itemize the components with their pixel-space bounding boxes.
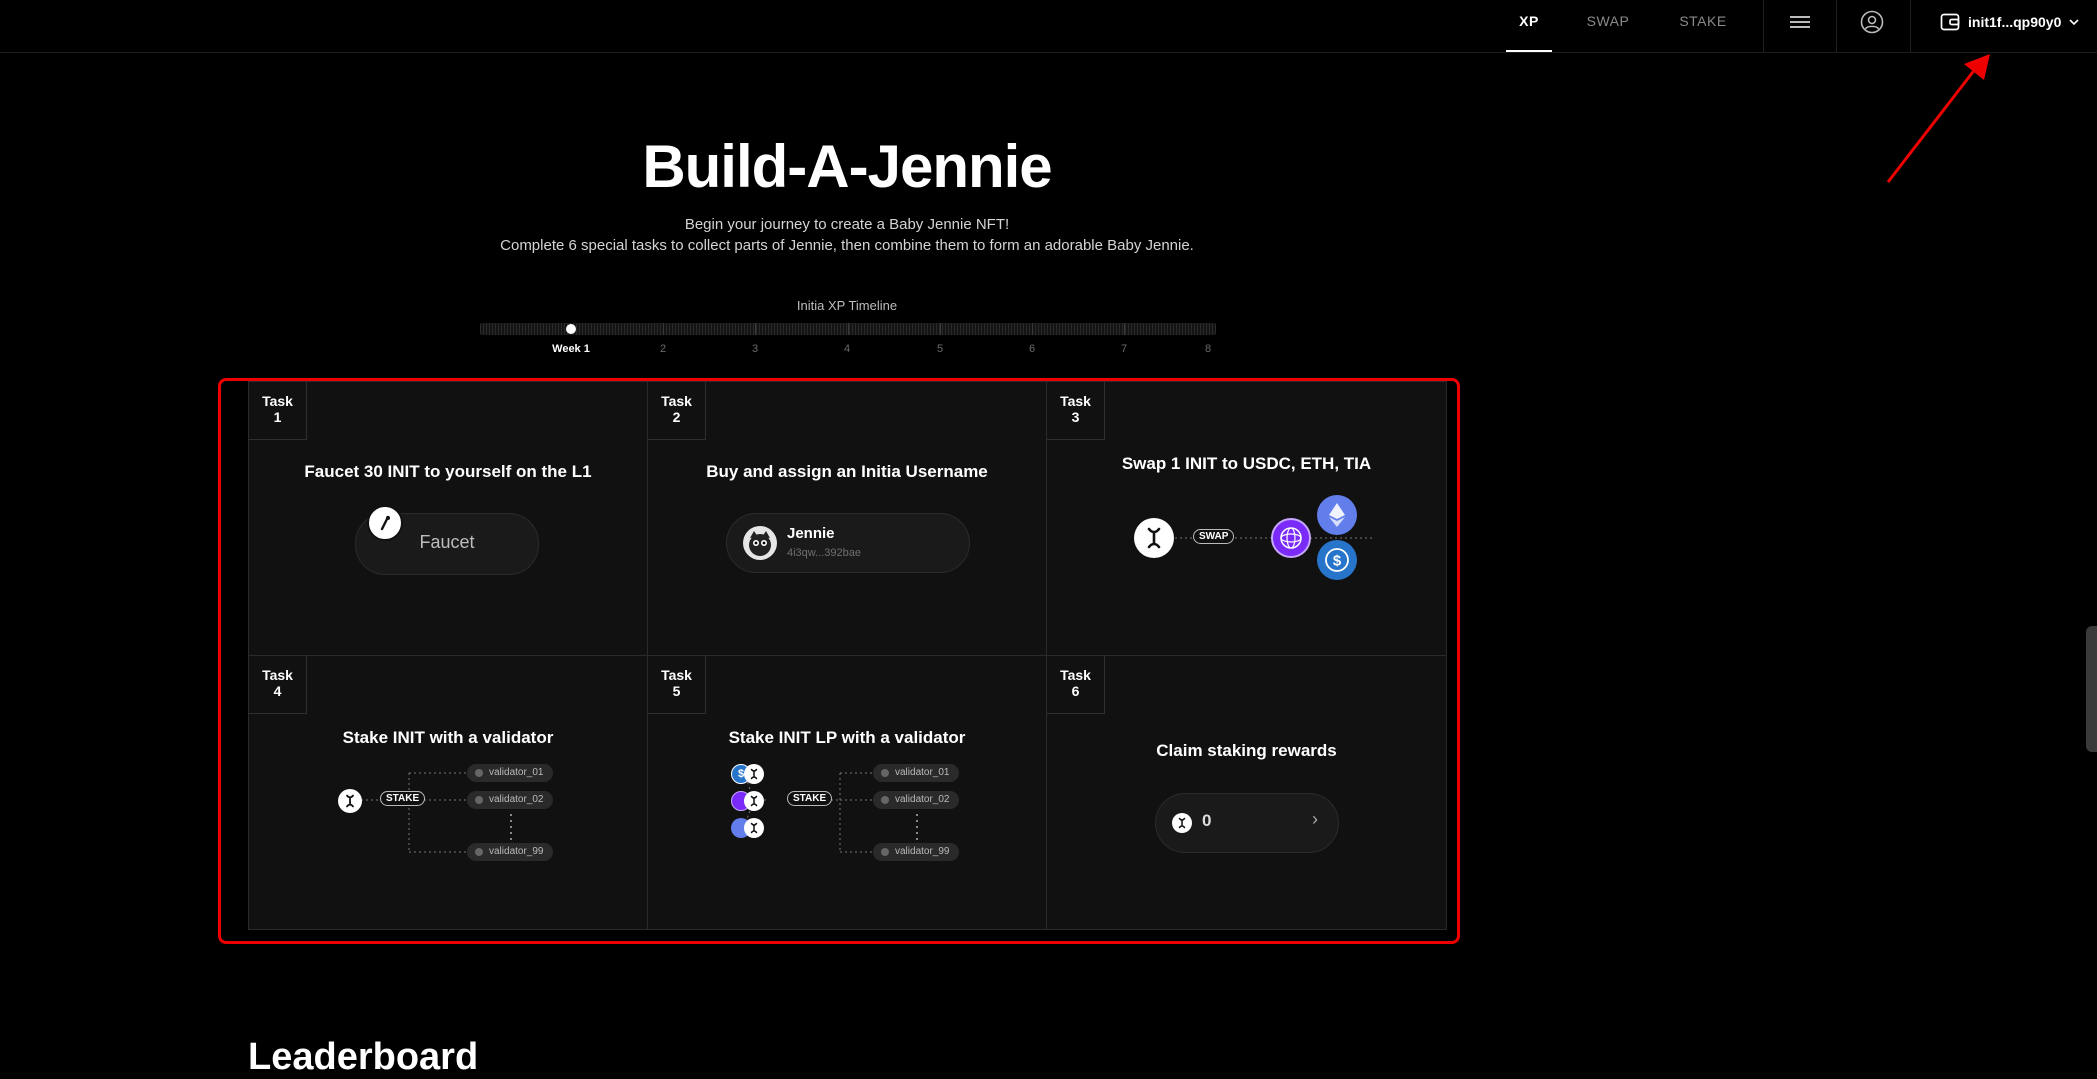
timeline-week: Week 1: [552, 343, 590, 355]
page-subtitle: Complete 6 special tasks to collect part…: [500, 237, 1194, 254]
timeline-tick: [1032, 323, 1033, 335]
annotation-arrow: [1886, 54, 1990, 183]
timeline-tick: [1124, 323, 1125, 335]
wallet-address: init1f...qp90y0: [1968, 14, 2062, 30]
nav-divider: [1763, 0, 1764, 52]
leaderboard-heading: Leaderboard: [248, 1036, 479, 1078]
timeline-label: Initia XP Timeline: [796, 298, 898, 313]
timeline-tick: [940, 323, 941, 335]
account-icon[interactable]: [1860, 10, 1884, 34]
wallet-icon: [1940, 13, 1960, 31]
nav-divider: [1836, 0, 1837, 52]
wallet-button[interactable]: init1f...qp90y0: [1940, 10, 2079, 34]
page-subtitle: Begin your journey to create a Baby Jenn…: [684, 216, 1010, 233]
page-title: Build-A-Jennie: [642, 133, 1052, 200]
tab-stake[interactable]: STAKE: [1670, 0, 1736, 52]
top-nav: XP SWAP STAKE init1f...qp90y0: [0, 0, 2097, 53]
timeline-week: 4: [843, 343, 851, 355]
xp-timeline-bar: [480, 323, 1216, 335]
timeline-tick: [848, 323, 849, 335]
menu-icon[interactable]: [1788, 10, 1812, 34]
timeline-week: 8: [1204, 343, 1212, 355]
highlight-outline: [218, 378, 1460, 944]
tab-xp[interactable]: XP: [1506, 0, 1552, 52]
timeline-week: 3: [751, 343, 759, 355]
timeline-current-marker: [566, 324, 576, 334]
nav-divider: [1910, 0, 1911, 52]
timeline-week: 5: [936, 343, 944, 355]
timeline-tick: [663, 323, 664, 335]
tab-swap[interactable]: SWAP: [1578, 0, 1638, 52]
chevron-down-icon: [2069, 19, 2079, 26]
scrollbar-handle[interactable]: [2086, 626, 2097, 752]
timeline-tick: [755, 323, 756, 335]
timeline-week: 7: [1120, 343, 1128, 355]
timeline-week: 2: [659, 343, 667, 355]
timeline-week: 6: [1028, 343, 1036, 355]
